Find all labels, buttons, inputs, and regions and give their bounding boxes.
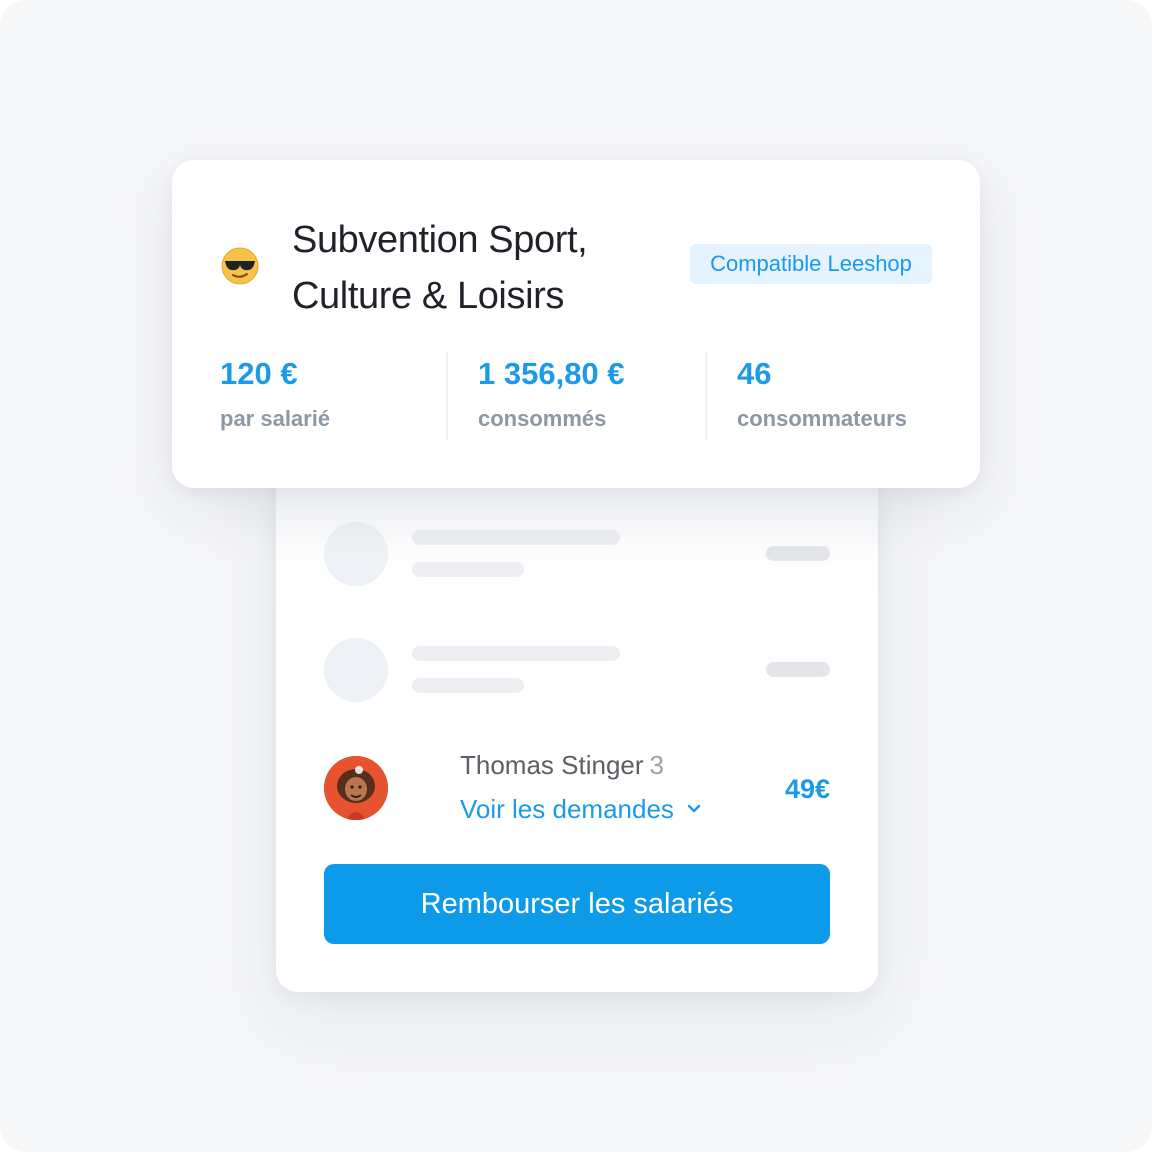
requests-card: Thomas Stinger 3 Voir les demandes 49€ Re… xyxy=(276,440,878,992)
stat-label: par salarié xyxy=(220,406,331,431)
stat-per-employee: 120 € par salarié xyxy=(220,356,330,432)
reimburse-button[interactable]: Rembourser les salariés xyxy=(324,864,830,944)
stat-value: 1 356,80 € xyxy=(478,356,625,391)
placeholder-line xyxy=(412,562,524,577)
sunglasses-face-icon xyxy=(221,247,259,285)
placeholder-line xyxy=(412,678,524,693)
employee-name: Thomas Stinger xyxy=(460,750,644,780)
subsidy-card: Subvention Sport, Culture & Loisirs Comp… xyxy=(172,160,980,488)
placeholder-row xyxy=(324,638,830,702)
view-requests-link[interactable]: Voir les demandes xyxy=(460,794,702,825)
stat-divider xyxy=(446,352,448,440)
page-background: Thomas Stinger 3 Voir les demandes 49€ Re… xyxy=(0,0,1152,1152)
employee-amount: 49€ xyxy=(784,774,830,804)
subsidy-title: Subvention Sport, Culture & Loisirs xyxy=(292,212,652,324)
placeholder-line xyxy=(412,646,620,661)
placeholder-row xyxy=(324,522,830,586)
placeholder-avatar xyxy=(324,522,388,586)
chevron-down-icon xyxy=(687,804,701,813)
compatibility-badge: Compatible Leeshop xyxy=(690,244,932,284)
stat-consumed: 1 356,80 € consommés xyxy=(478,356,625,432)
stat-consumers: 46 consommateurs xyxy=(737,356,907,432)
stat-divider xyxy=(705,352,707,440)
stat-value: 120 € xyxy=(220,356,298,391)
view-requests-label: Voir les demandes xyxy=(460,794,674,824)
placeholder-amount xyxy=(766,662,830,677)
subsidy-title-line1: Subvention Sport, xyxy=(292,219,588,261)
request-count: 3 xyxy=(649,750,664,780)
employee-row: Thomas Stinger 3 Voir les demandes 49€ xyxy=(324,750,830,836)
stat-label: consommateurs xyxy=(737,406,907,431)
placeholder-line xyxy=(412,530,620,545)
placeholder-avatar xyxy=(324,638,388,702)
employee-name-line: Thomas Stinger 3 xyxy=(460,750,664,781)
employee-avatar xyxy=(324,756,388,820)
subsidy-title-line2: Culture & Loisirs xyxy=(292,275,564,317)
stat-value: 46 xyxy=(737,356,772,391)
placeholder-amount xyxy=(766,546,830,561)
stat-label: consommés xyxy=(478,406,607,431)
